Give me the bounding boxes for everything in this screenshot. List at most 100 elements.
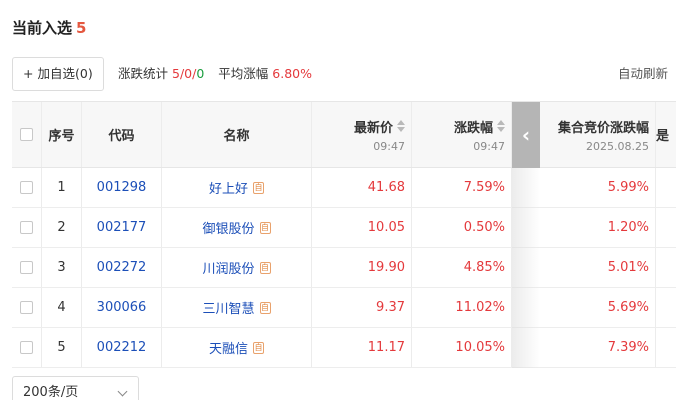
row-checkbox-cell [12,208,42,247]
row-checkbox[interactable] [20,221,33,234]
add-watchlist-button[interactable]: + 加自选(0) [12,57,104,91]
table-row[interactable]: 4 300066 三川智慧自 9.37 11.02% 5.69% [12,288,676,328]
stock-name-link[interactable]: 御银股份 [202,218,254,237]
toolbar: + 加自选(0) 涨跌统计 5/0/0 平均涨幅 6.80% 自动刷新 [12,57,676,91]
table-row[interactable]: 1 001298 好上好自 41.68 7.59% 5.99% [12,168,676,208]
stock-code-link[interactable]: 300066 [97,300,147,315]
chevron-down-icon [117,386,128,397]
header-change[interactable]: 涨跌幅 09:47 [412,102,512,167]
scroll-left-button[interactable]: ‹ [512,102,540,168]
scroll-shadow [512,168,540,368]
row-checkbox[interactable] [20,341,33,354]
table-row[interactable]: 5 002212 天融信自 11.17 10.05% 7.39% [12,328,676,368]
header-auction-label: 集合竞价涨跌幅 [557,120,649,136]
self-select-tag: 自 [259,301,271,314]
row-price: 19.90 [312,248,412,287]
row-name: 三川智慧自 [162,288,312,327]
header-price-time: 09:47 [373,139,405,153]
header-change-label: 涨跌幅 [453,120,493,136]
stats-up-count: 5 [172,66,180,81]
row-name: 川润股份自 [162,248,312,287]
row-no: 3 [42,248,82,287]
row-no: 2 [42,208,82,247]
row-code: 001298 [82,168,162,207]
stats-down-count: 0 [196,66,205,81]
avg-change-label: 平均涨幅 [218,66,269,81]
row-name: 御银股份自 [162,208,312,247]
row-checkbox-cell [12,328,42,367]
header-price-label: 最新价 [353,120,393,136]
row-checkbox[interactable] [20,301,33,314]
stock-name-link[interactable]: 三川智慧 [202,298,254,317]
row-auction: 1.20% [540,208,656,247]
row-no: 4 [42,288,82,327]
table-header: 序号 代码 名称 最新价 09:47 涨跌幅 09:47 集合竞价涨跌幅 202… [12,102,676,168]
row-change: 0.50% [412,208,512,247]
header-code: 代码 [82,102,162,167]
row-checkbox-cell [12,288,42,327]
header-change-time: 09:47 [473,139,505,153]
self-select-tag: 自 [259,261,271,274]
row-auction: 7.39% [540,328,656,367]
avg-change-value: 6.80% [272,66,312,81]
plus-icon: + [23,66,34,81]
header-checkbox-cell [12,102,42,167]
row-no: 1 [42,168,82,207]
row-code: 002177 [82,208,162,247]
row-checkbox-cell [12,168,42,207]
stats-label: 涨跌统计 [118,66,169,81]
row-more [656,248,676,287]
table-row[interactable]: 2 002177 御银股份自 10.05 0.50% 1.20% [12,208,676,248]
select-all-checkbox[interactable] [20,128,33,141]
page-size-select[interactable]: 200条/页 [12,376,139,400]
row-more [656,288,676,327]
stock-code-link[interactable]: 002272 [97,260,147,275]
sort-icon[interactable] [397,120,405,132]
self-select-tag: 自 [259,221,271,234]
selected-count: 5 [76,19,87,37]
row-checkbox[interactable] [20,261,33,274]
row-price: 10.05 [312,208,412,247]
row-price: 11.17 [312,328,412,367]
stock-name-link[interactable]: 天融信 [209,338,248,357]
row-auction: 5.69% [540,288,656,327]
row-code: 002212 [82,328,162,367]
row-change: 4.85% [412,248,512,287]
page-title: 当前入选 5 [12,17,86,38]
header-name: 名称 [162,102,312,167]
row-more [656,208,676,247]
stock-code-link[interactable]: 002212 [97,340,147,355]
header-no: 序号 [42,102,82,167]
header-auction-date: 2025.08.25 [586,139,649,153]
header-more: 是 [656,129,670,144]
stock-name-link[interactable]: 川润股份 [202,258,254,277]
row-price: 9.37 [312,288,412,327]
add-watchlist-label: 加自选(0) [37,66,93,81]
row-checkbox-cell [12,248,42,287]
row-auction: 5.01% [540,248,656,287]
row-auction: 5.99% [540,168,656,207]
stock-code-link[interactable]: 001298 [97,180,147,195]
row-code: 300066 [82,288,162,327]
row-change: 11.02% [412,288,512,327]
row-code: 002272 [82,248,162,287]
row-more [656,168,676,207]
row-no: 5 [42,328,82,367]
self-select-tag: 自 [253,181,264,194]
row-price: 41.68 [312,168,412,207]
header-price[interactable]: 最新价 09:47 [312,102,412,167]
page-size-value: 200条/页 [23,385,79,400]
header-auction[interactable]: 集合竞价涨跌幅 2025.08.25 [540,102,656,167]
row-checkbox[interactable] [20,181,33,194]
table-row[interactable]: 3 002272 川润股份自 19.90 4.85% 5.01% [12,248,676,288]
stock-name-link[interactable]: 好上好 [209,178,248,197]
row-name: 好上好自 [162,168,312,207]
stock-code-link[interactable]: 002177 [97,220,147,235]
stock-table: 序号 代码 名称 最新价 09:47 涨跌幅 09:47 集合竞价涨跌幅 202… [12,101,676,368]
row-change: 7.59% [412,168,512,207]
sort-icon[interactable] [497,120,505,132]
stats-flat-count: 0 [184,66,193,81]
row-name: 天融信自 [162,328,312,367]
auto-refresh-toggle[interactable]: 自动刷新 [618,57,676,91]
row-more [656,328,676,367]
